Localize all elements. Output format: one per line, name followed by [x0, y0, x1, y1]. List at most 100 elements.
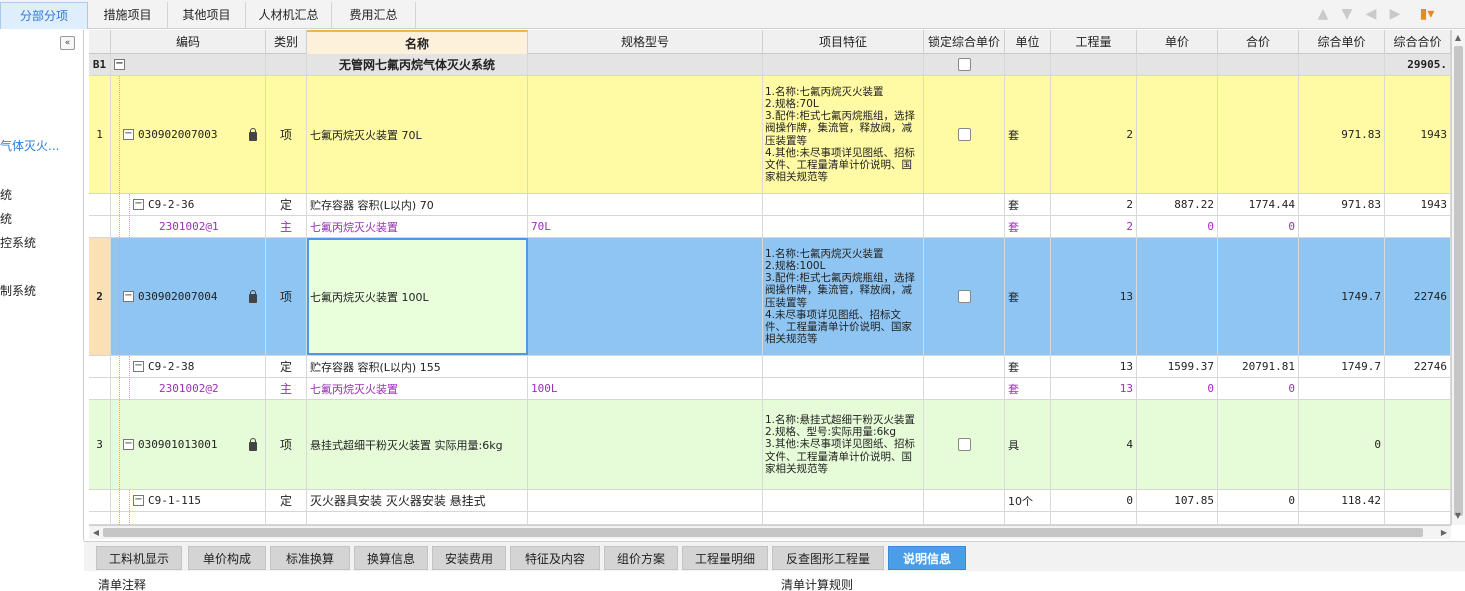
horizontal-scrollbar[interactable]: ◀ ▶: [89, 525, 1451, 539]
comp-price-cell[interactable]: 118.42: [1299, 490, 1385, 511]
header-quantity[interactable]: 工程量: [1051, 30, 1137, 54]
header-comp-total[interactable]: 综合合价: [1385, 30, 1451, 54]
name-cell-focused[interactable]: 七氟丙烷灭火装置 100L: [307, 238, 528, 355]
tab-fenbufenxiang[interactable]: 分部分项: [0, 2, 88, 29]
name-cell[interactable]: 悬挂式超细干粉灭火装置 实际用量:6kg: [307, 400, 528, 489]
unit-cell[interactable]: 套: [1005, 216, 1051, 237]
lock-price-checkbox[interactable]: [957, 438, 971, 451]
spec-cell[interactable]: [528, 238, 763, 355]
total-price-cell[interactable]: 1774.44: [1218, 194, 1299, 215]
unit-cell[interactable]: 套: [1005, 76, 1051, 193]
header-type[interactable]: 类别: [266, 30, 307, 54]
type-cell[interactable]: 定: [266, 356, 307, 377]
tab-anzhuang-feiyong[interactable]: 安装费用: [432, 546, 506, 570]
table-row-selected[interactable]: 2 −030902007004 项 七氟丙烷灭火装置 100L 1.名称:七氟丙…: [89, 238, 1451, 356]
comp-total-cell[interactable]: [1385, 216, 1451, 237]
total-price-cell[interactable]: [1218, 238, 1299, 355]
collapse-toggle-icon[interactable]: −: [114, 59, 125, 70]
type-cell[interactable]: 定: [266, 490, 307, 511]
header-feature[interactable]: 项目特征: [763, 30, 924, 54]
type-cell[interactable]: 定: [266, 194, 307, 215]
color-settings-icon[interactable]: ▮▾: [1419, 6, 1435, 22]
type-cell[interactable]: 项: [266, 400, 307, 489]
name-cell[interactable]: 灭火器具安装 灭火器安装 悬挂式: [307, 490, 528, 511]
quantity-cell[interactable]: 13: [1051, 238, 1137, 355]
code-cell[interactable]: 2301002@2: [111, 378, 266, 399]
tab-zujia-fangan[interactable]: 组价方案: [604, 546, 678, 570]
table-row[interactable]: − C9-1-115 定 灭火器具安装 灭火器安装 悬挂式 10个 0 107.8…: [89, 490, 1451, 512]
table-row-partial[interactable]: [89, 512, 1451, 525]
tree-item-gas-extinguish[interactable]: 气体灭火...: [0, 137, 59, 154]
unit-price-cell[interactable]: 1599.37: [1137, 356, 1218, 377]
group-name[interactable]: 无管网七氟丙烷气体灭火系统: [307, 54, 528, 75]
table-row-group[interactable]: B1 − 无管网七氟丙烷气体灭火系统 29905.: [89, 54, 1451, 76]
name-cell[interactable]: 七氟丙烷灭火装置 70L: [307, 76, 528, 193]
code-cell[interactable]: C9-2-36: [148, 198, 194, 211]
table-row[interactable]: − C9-2-36 定 贮存容器 容积(L以内) 70 套 2 887.22 17…: [89, 194, 1451, 216]
name-cell[interactable]: 贮存容器 容积(L以内) 70: [307, 194, 528, 215]
vertical-scroll-thumb[interactable]: [1454, 46, 1463, 516]
table-row[interactable]: − C9-2-38 定 贮存容器 容积(L以内) 155 套 13 1599.37…: [89, 356, 1451, 378]
comp-price-cell[interactable]: 1749.7: [1299, 356, 1385, 377]
total-price-cell[interactable]: 0: [1218, 378, 1299, 399]
quantity-cell[interactable]: 0: [1051, 490, 1137, 511]
scroll-down-icon[interactable]: ▼: [1452, 510, 1464, 522]
tab-cuoshixiangmu[interactable]: 措施项目: [88, 2, 168, 29]
tab-feiyong-huizong[interactable]: 费用汇总: [332, 2, 416, 29]
arrow-right-icon[interactable]: ▶: [1387, 6, 1403, 22]
comp-total-cell[interactable]: 1943: [1385, 194, 1451, 215]
table-row[interactable]: 2301002@2 主 七氟丙烷灭火装置 100L 套 13 0 0: [89, 378, 1451, 400]
unit-price-cell[interactable]: 107.85: [1137, 490, 1218, 511]
name-cell[interactable]: 贮存容器 容积(L以内) 155: [307, 356, 528, 377]
comp-total-cell[interactable]: [1385, 400, 1451, 489]
tab-gongchengliang-mingxi[interactable]: 工程量明细: [682, 546, 768, 570]
header-name[interactable]: 名称: [307, 30, 528, 54]
code-cell[interactable]: 030901013001: [138, 438, 217, 451]
scroll-up-icon[interactable]: ▲: [1452, 32, 1464, 44]
unit-cell[interactable]: 10个: [1005, 490, 1051, 511]
type-cell[interactable]: 主: [266, 378, 307, 399]
comp-total-cell[interactable]: 22746: [1385, 238, 1451, 355]
collapse-panel-button[interactable]: «: [60, 36, 75, 50]
header-spec[interactable]: 规格型号: [528, 30, 763, 54]
unit-cell[interactable]: 套: [1005, 194, 1051, 215]
total-price-cell[interactable]: [1218, 400, 1299, 489]
comp-price-cell[interactable]: 971.83: [1299, 194, 1385, 215]
name-cell[interactable]: 七氟丙烷灭火装置: [307, 378, 528, 399]
comp-price-cell[interactable]: 971.83: [1299, 76, 1385, 193]
tree-item-2[interactable]: 统: [0, 210, 12, 227]
tree-item-1[interactable]: 统: [0, 186, 12, 203]
unit-price-cell[interactable]: 0: [1137, 216, 1218, 237]
collapse-toggle-icon[interactable]: −: [123, 129, 134, 140]
code-cell[interactable]: 030902007003: [138, 128, 217, 141]
scroll-right-icon[interactable]: ▶: [1438, 527, 1450, 539]
tab-huansuan-xinxi[interactable]: 换算信息: [354, 546, 428, 570]
quantity-cell[interactable]: 2: [1051, 216, 1137, 237]
total-price-cell[interactable]: [1218, 76, 1299, 193]
comp-total-cell[interactable]: 22746: [1385, 356, 1451, 377]
arrow-up-icon[interactable]: ▲: [1315, 6, 1331, 22]
unit-cell[interactable]: 套: [1005, 378, 1051, 399]
header-total-price[interactable]: 合价: [1218, 30, 1299, 54]
comp-total-cell[interactable]: [1385, 490, 1451, 511]
header-lock-price[interactable]: 锁定综合单价: [924, 30, 1005, 54]
tab-qitaxiangmu[interactable]: 其他项目: [168, 2, 246, 29]
unit-price-cell[interactable]: [1137, 238, 1218, 355]
spec-cell[interactable]: 70L: [528, 216, 763, 237]
spec-cell[interactable]: [528, 194, 763, 215]
type-cell[interactable]: 项: [266, 76, 307, 193]
lock-price-checkbox[interactable]: [957, 290, 971, 303]
spec-cell[interactable]: [528, 76, 763, 193]
comp-total-cell[interactable]: 29905.: [1385, 54, 1451, 75]
comp-total-cell[interactable]: [1385, 378, 1451, 399]
code-cell[interactable]: 2301002@1: [111, 216, 266, 237]
collapse-toggle-icon[interactable]: −: [133, 495, 144, 506]
horizontal-scroll-thumb[interactable]: [103, 528, 1423, 537]
quantity-cell[interactable]: 13: [1051, 378, 1137, 399]
unit-price-cell[interactable]: 887.22: [1137, 194, 1218, 215]
total-price-cell[interactable]: 20791.81: [1218, 356, 1299, 377]
comp-price-cell[interactable]: 1749.7: [1299, 238, 1385, 355]
tab-biaozhun-huansuan[interactable]: 标准换算: [270, 546, 350, 570]
type-cell[interactable]: 项: [266, 238, 307, 355]
collapse-toggle-icon[interactable]: −: [123, 291, 134, 302]
